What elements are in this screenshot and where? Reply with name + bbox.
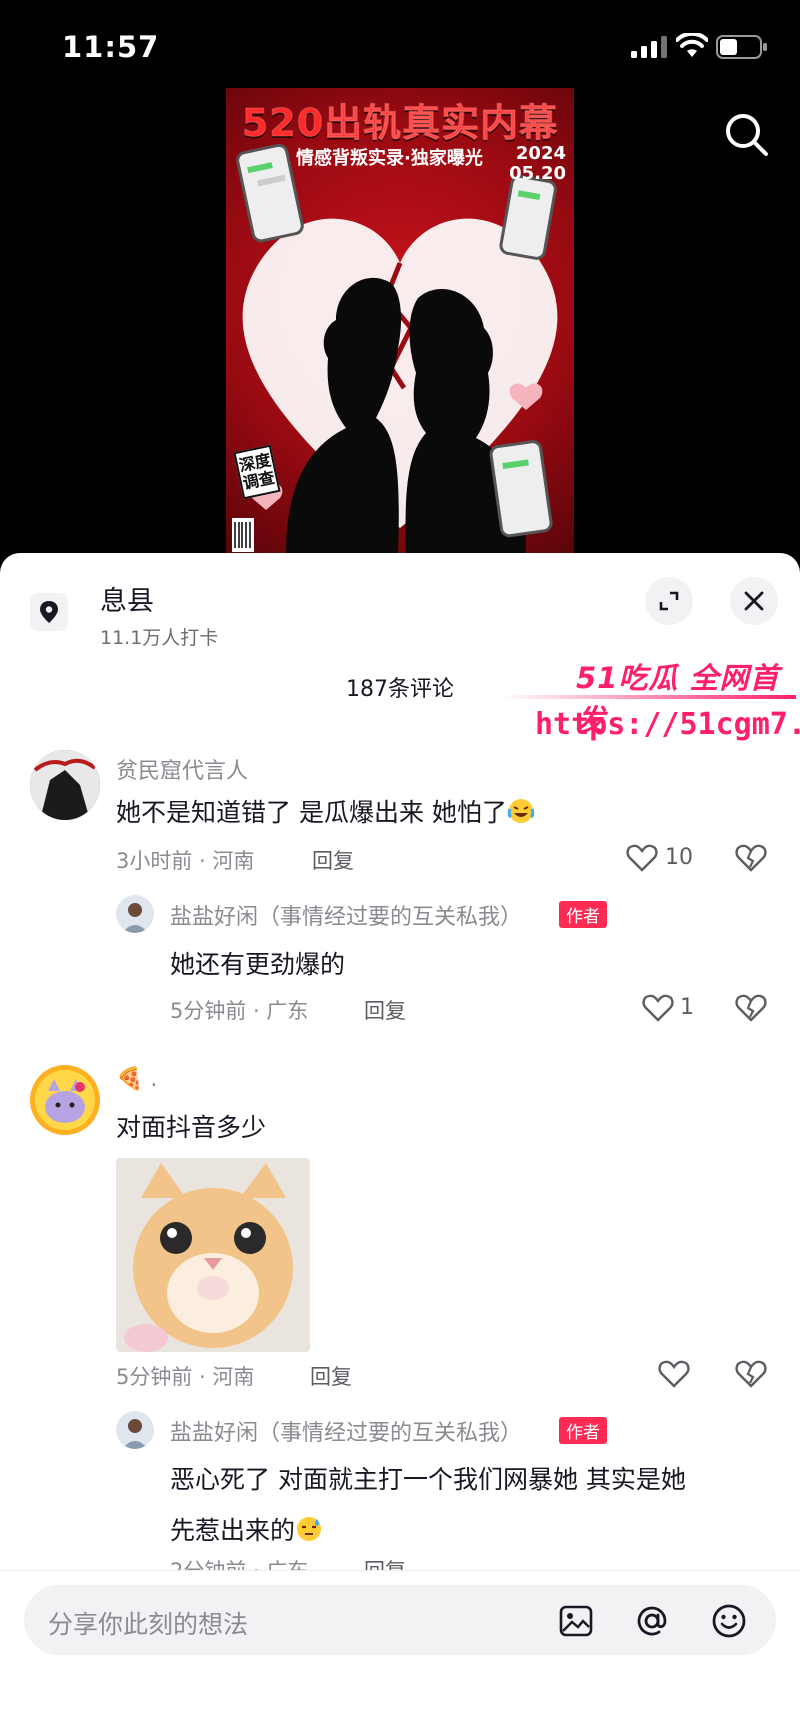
clock: 11:57 xyxy=(62,30,160,64)
reply-username[interactable]: 盐盐好闲（事情经过要的互关私我） xyxy=(170,1415,522,1447)
dislike-broken-heart-icon[interactable] xyxy=(735,1359,767,1389)
comment-text: 她不是知道错了 是瓜爆出来 她怕了 xyxy=(116,793,535,829)
reply-text-line-1: 恶心死了 对面就主打一个我们网暴她 其实是她 xyxy=(170,1465,686,1494)
reply-button[interactable]: 回复 xyxy=(310,1361,352,1391)
avatar[interactable] xyxy=(30,1065,100,1135)
like-count: 10 xyxy=(665,845,693,870)
at-mention-icon[interactable] xyxy=(633,1602,671,1640)
reply-text: 她还有更劲爆的 xyxy=(170,950,346,979)
like-count: 1 xyxy=(680,995,694,1020)
author-tag: 作者 xyxy=(559,901,607,928)
image-icon[interactable] xyxy=(558,1603,594,1639)
laughing-crying-emoji-icon xyxy=(507,799,535,823)
expand-button[interactable] xyxy=(645,577,693,625)
location-pin-icon[interactable] xyxy=(30,593,68,631)
reply-button[interactable]: 回复 xyxy=(312,845,354,875)
reply-button[interactable]: 回复 xyxy=(364,995,406,1025)
avatar[interactable] xyxy=(116,895,154,933)
wifi-icon xyxy=(676,33,708,57)
watermark-url: https://51cgm7.com xyxy=(535,707,800,742)
heart-icon[interactable] xyxy=(658,1359,690,1389)
close-icon xyxy=(744,591,764,611)
comment-text: 对面抖音多少 xyxy=(116,1113,267,1142)
close-button[interactable] xyxy=(730,577,778,625)
poster-year: 2024 xyxy=(515,143,566,164)
video-cover-poster[interactable]: 520出轨真实内幕 情感背叛实录·独家曝光 2024 05.20 深度调查 xyxy=(226,88,574,554)
comment-input-placeholder: 分享你此刻的想法 xyxy=(48,1610,249,1639)
reply-username[interactable]: 盐盐好闲（事情经过要的互关私我） xyxy=(170,899,522,931)
cellular-signal-icon xyxy=(631,36,667,58)
sweat-emoji-icon xyxy=(297,1517,322,1541)
avatar[interactable] xyxy=(116,1411,154,1449)
poster-title: 520出轨真实内幕 xyxy=(241,101,559,146)
dislike-broken-heart-icon[interactable] xyxy=(735,843,767,873)
dislike-broken-heart-icon[interactable] xyxy=(735,993,767,1023)
status-bar: 11:57 xyxy=(0,0,800,96)
comment-input-bar: 分享你此刻的想法 xyxy=(0,1570,800,1731)
location-checkins: 11.1万人打卡 xyxy=(100,627,219,649)
battery-icon xyxy=(716,35,767,59)
reply-meta: 5分钟前 · 广东 xyxy=(170,999,309,1023)
avatar[interactable] xyxy=(30,750,100,820)
comment-username[interactable]: 贫民窟代言人 xyxy=(116,753,248,785)
search-icon[interactable] xyxy=(722,110,770,158)
comment-meta: 3小时前 · 河南 xyxy=(116,849,255,873)
author-tag: 作者 xyxy=(559,1417,607,1444)
emoji-smile-icon[interactable] xyxy=(710,1602,748,1640)
poster-day: 05.20 xyxy=(509,163,566,184)
comment-username[interactable]: 🍕 . xyxy=(116,1067,157,1092)
comment-meta: 5分钟前 · 河南 xyxy=(116,1365,255,1389)
reply-text-line-2: 先惹出来的 xyxy=(170,1511,323,1547)
comment-input[interactable]: 分享你此刻的想法 xyxy=(24,1585,776,1655)
expand-icon xyxy=(659,591,679,611)
watermark-line xyxy=(500,695,796,699)
poster-date: 2024 05.20 xyxy=(509,144,566,184)
location-name[interactable]: 息县 xyxy=(100,579,154,618)
comment-image-cat-photo[interactable] xyxy=(116,1158,310,1352)
heart-icon[interactable] xyxy=(642,993,674,1023)
heart-icon[interactable] xyxy=(626,843,658,873)
poster-subtitle: 情感背叛实录·独家曝光 xyxy=(296,148,483,169)
comment-sheet: 息县 11.1万人打卡 187条评论 51吃瓜 全网首发 https://51c… xyxy=(0,553,800,1731)
